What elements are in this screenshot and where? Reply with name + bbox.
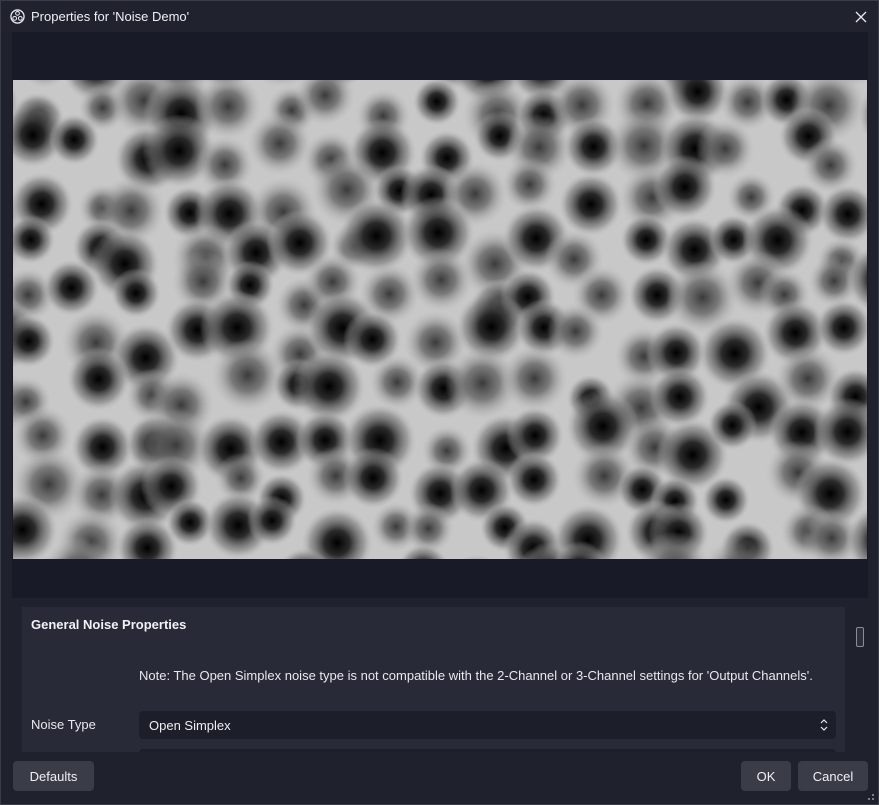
- noise-cell: [505, 451, 563, 508]
- noise-cell: [547, 302, 605, 360]
- noise-cell: [43, 259, 100, 317]
- group-title: General Noise Properties: [31, 617, 187, 632]
- noise-cell: [66, 347, 131, 411]
- noise-cell: [342, 447, 404, 509]
- noise-preview-image: [13, 80, 867, 559]
- preview-area: [12, 32, 868, 598]
- noise-cell: [501, 345, 568, 413]
- noise-cell: [701, 475, 751, 525]
- resize-grip-icon[interactable]: [865, 791, 875, 801]
- window-title: Properties for 'Noise Demo': [31, 9, 190, 24]
- noise-cell: [707, 400, 758, 451]
- title-bar[interactable]: Properties for 'Noise Demo': [1, 1, 878, 32]
- ok-button[interactable]: OK: [741, 761, 791, 791]
- next-field-partial[interactable]: [139, 749, 836, 752]
- close-icon: [855, 11, 867, 22]
- defaults-button[interactable]: Defaults: [13, 761, 94, 791]
- noise-type-label: Noise Type: [31, 717, 96, 732]
- properties-scrollbar[interactable]: [853, 624, 867, 754]
- properties-dialog: Properties for 'Noise Demo' General Nois…: [0, 0, 879, 805]
- cancel-button[interactable]: Cancel: [798, 761, 868, 791]
- noise-cell: [502, 156, 557, 212]
- noise-cell: [558, 172, 623, 237]
- noise-cell: [48, 113, 100, 166]
- noise-cell: [211, 338, 285, 412]
- scrollbar-thumb[interactable]: [856, 627, 864, 647]
- noise-cell: [110, 268, 161, 319]
- noise-cell: [409, 247, 474, 312]
- noise-type-value: Open Simplex: [149, 717, 231, 733]
- noise-cell: [246, 495, 298, 546]
- obs-logo-icon: [10, 9, 25, 24]
- properties-panel: General Noise Properties Note: The Open …: [22, 607, 845, 752]
- noise-preview-svg: [13, 80, 867, 559]
- noise-cell: [247, 111, 312, 176]
- updown-arrows-icon: [820, 719, 828, 731]
- close-button[interactable]: [844, 1, 878, 32]
- compatibility-note: Note: The Open Simplex noise type is not…: [139, 668, 813, 683]
- noise-cell: [652, 154, 717, 220]
- noise-type-select[interactable]: Open Simplex: [139, 711, 836, 739]
